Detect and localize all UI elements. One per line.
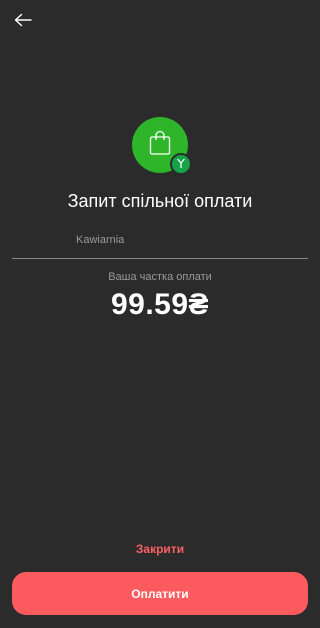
arrow-left-icon bbox=[14, 13, 32, 32]
shopping-bag-icon bbox=[149, 130, 171, 161]
divider bbox=[12, 258, 308, 259]
split-icon bbox=[176, 155, 186, 173]
merchant-name: Kawiarnia bbox=[76, 234, 125, 246]
share-amount: 99.59₴ bbox=[110, 288, 210, 321]
pay-button[interactable]: Оплатити bbox=[12, 572, 308, 615]
split-badge bbox=[170, 153, 192, 175]
pay-button-label: Оплатити bbox=[131, 586, 189, 601]
back-button[interactable] bbox=[10, 10, 36, 34]
page-title: Запит спільної оплати bbox=[67, 191, 253, 211]
share-label: Ваша частка оплати bbox=[108, 271, 212, 283]
close-button[interactable]: Закрити bbox=[0, 541, 320, 557]
